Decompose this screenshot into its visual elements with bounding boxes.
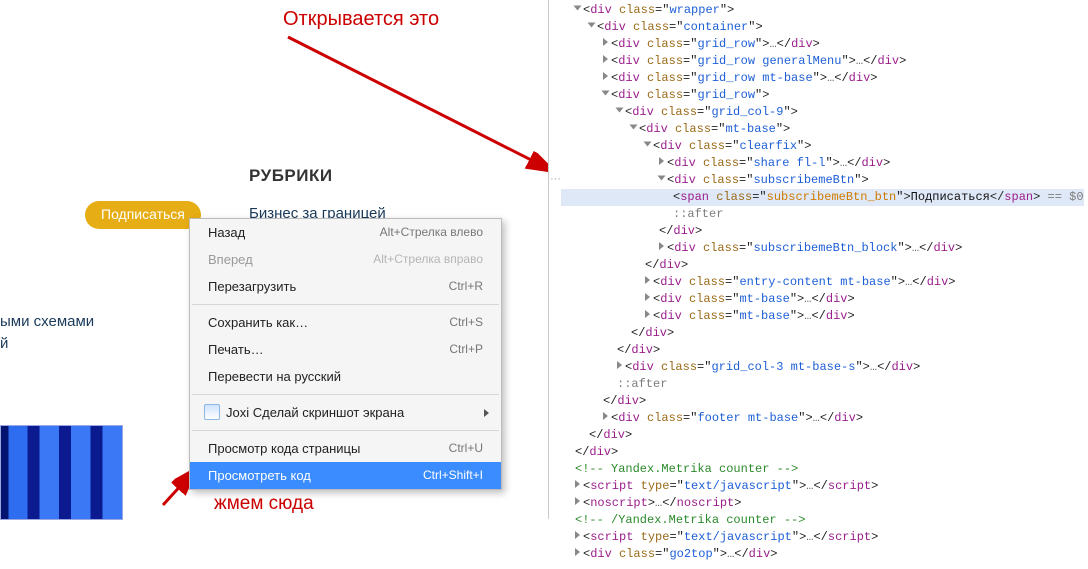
ctx-separator (192, 394, 499, 395)
ctx-joxi[interactable]: Joxi Сделай скриншот экрана (190, 399, 501, 426)
ctx-forward[interactable]: ВпередAlt+Стрелка вправо (190, 246, 501, 273)
annotation-bottom: жмем сюда (214, 493, 314, 515)
ctx-print[interactable]: Печать…Ctrl+P (190, 336, 501, 363)
gutter-dots-icon: ⋯ (550, 172, 560, 186)
chevron-right-icon (484, 409, 489, 417)
context-menu: НазадAlt+Стрелка влево ВпередAlt+Стрелка… (189, 218, 502, 490)
devtools-elements-panel[interactable]: ⋯ <div class="wrapper"> <div class="cont… (548, 0, 1088, 519)
arrow-to-devtools (283, 32, 563, 182)
joxi-icon (204, 404, 220, 420)
ctx-view-source[interactable]: Просмотр кода страницыCtrl+U (190, 435, 501, 462)
ctx-separator (192, 430, 499, 431)
ctx-reload[interactable]: ПерезагрузитьCtrl+R (190, 273, 501, 300)
annotation-top: Открывается это (283, 8, 439, 31)
ctx-separator (192, 304, 499, 305)
partial-text: ыми схемами й (0, 311, 94, 355)
ctx-translate[interactable]: Перевести на русский (190, 363, 501, 390)
dom-tree[interactable]: <div class="wrapper"> <div class="contai… (549, 0, 1088, 569)
ctx-back[interactable]: НазадAlt+Стрелка влево (190, 219, 501, 246)
thumbnail-image (0, 425, 123, 520)
ctx-save-as[interactable]: Сохранить как…Ctrl+S (190, 309, 501, 336)
selected-dom-node[interactable]: <span class="subscribemeBtn_btn">Подписа… (561, 189, 1084, 206)
sidebar-heading: РУБРИКИ (249, 166, 333, 186)
subscribe-button[interactable]: Подписаться (85, 201, 201, 229)
page-preview: Открывается это РУБРИКИ Подписаться Бизн… (0, 0, 548, 519)
ctx-inspect[interactable]: Просмотреть кодCtrl+Shift+I (190, 462, 501, 489)
